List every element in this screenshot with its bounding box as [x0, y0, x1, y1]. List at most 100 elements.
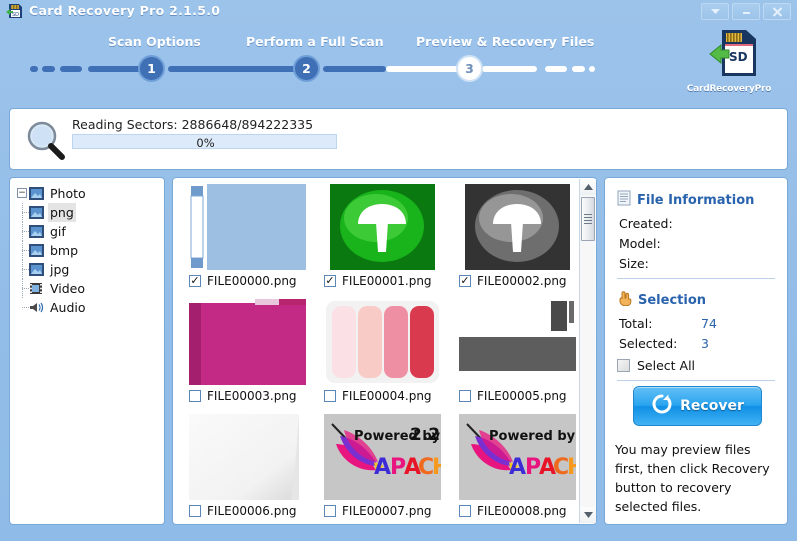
tree-label: Photo: [50, 186, 86, 201]
scroll-up-icon[interactable]: [580, 179, 596, 195]
file-checkbox[interactable]: [189, 390, 201, 402]
svg-text:H: H: [432, 455, 441, 480]
file-checkbox[interactable]: [324, 505, 336, 517]
file-thumbnail[interactable]: [459, 299, 576, 385]
file-item[interactable]: ✓ FILE00001.png: [314, 182, 443, 296]
tree-item-bmp[interactable]: bmp: [16, 241, 88, 260]
svg-text:Powered by: Powered by: [489, 429, 576, 444]
tree-item-photo[interactable]: − Photo: [16, 184, 88, 203]
scan-progress-panel: Reading Sectors: 2886648/894222335 0% Pa…: [9, 108, 788, 264]
file-type-tree-panel: − Photo png gif bmp jpg Video Audio: [9, 177, 165, 525]
recover-button[interactable]: Recover: [633, 386, 762, 426]
file-caption: FILE00004.png: [324, 389, 432, 403]
scrollbar-thumb[interactable]: [581, 197, 595, 241]
file-name: FILE00001.png: [342, 274, 432, 288]
file-item[interactable]: FILE00005.png: [449, 297, 578, 411]
file-thumbnail[interactable]: [324, 299, 441, 385]
file-checkbox[interactable]: [189, 505, 201, 517]
rail-dash-f: [589, 66, 595, 72]
tree-label: bmp: [50, 243, 79, 258]
progress-bar: 0%: [72, 134, 337, 150]
file-checkbox[interactable]: [459, 505, 471, 517]
rail-dash-e: [572, 66, 585, 72]
brand-name: CardRecoveryPro: [686, 84, 772, 94]
file-grid-scrollbar[interactable]: [579, 179, 596, 523]
rail-dash-d: [545, 66, 567, 72]
svg-text:SD: SD: [729, 50, 748, 64]
file-thumbnail[interactable]: [459, 184, 576, 270]
refresh-icon: [651, 393, 673, 419]
file-name: FILE00006.png: [207, 504, 297, 518]
rail-dash-b: [42, 66, 55, 72]
step-label-2: Perform a Full Scan: [246, 34, 384, 49]
selected-label: Selected:: [619, 336, 678, 351]
file-caption: FILE00008.png: [459, 504, 567, 518]
tree-label: Audio: [50, 300, 86, 315]
file-grid: ✓ FILE00000.png ✓ FILE00001.png ✓ FILE00…: [173, 178, 580, 524]
select-all-row[interactable]: Select All: [617, 358, 695, 373]
svg-text:H: H: [567, 455, 576, 480]
file-item[interactable]: ✓ FILE00002.png: [449, 182, 578, 296]
scroll-down-icon[interactable]: [580, 507, 596, 523]
tree-item-png[interactable]: png: [16, 203, 88, 222]
file-name: FILE00002.png: [477, 274, 567, 288]
photo-icon: [29, 244, 44, 257]
file-name: FILE00004.png: [342, 389, 432, 403]
file-thumbnail[interactable]: Powered by 2.2 A P A C H: [324, 414, 441, 500]
file-name: FILE00005.png: [477, 389, 567, 403]
file-checkbox[interactable]: ✓: [324, 275, 336, 287]
file-thumbnail[interactable]: [324, 184, 441, 270]
file-checkbox[interactable]: ✓: [189, 275, 201, 287]
section-title: File Information: [637, 192, 755, 208]
file-caption: ✓ FILE00001.png: [324, 274, 432, 288]
step-node-3[interactable]: 3: [456, 55, 483, 82]
step-label-3: Preview & Recovery Files: [416, 34, 595, 49]
svg-text:2.2: 2.2: [410, 425, 440, 445]
file-caption: ✓ FILE00002.png: [459, 274, 567, 288]
window-title: Card Recovery Pro 2.1.5.0: [29, 3, 221, 18]
file-item[interactable]: FILE00003.png: [179, 297, 308, 411]
select-all-label: Select All: [637, 358, 696, 373]
recover-hint: You may preview files first, then click …: [615, 442, 770, 514]
file-checkbox[interactable]: [459, 390, 471, 402]
model-label: Model:: [619, 236, 661, 251]
file-caption: ✓ FILE00000.png: [189, 274, 297, 288]
rail-segment-4: [482, 66, 537, 72]
close-button[interactable]: [763, 3, 791, 20]
title-bar: SD Card Recovery Pro 2.1.5.0: [0, 0, 797, 22]
tree-item-video[interactable]: Video: [16, 279, 88, 298]
tree-item-jpg[interactable]: jpg: [16, 260, 88, 279]
step-node-2[interactable]: 2: [293, 55, 320, 82]
sd-card-large-icon: SD: [709, 30, 756, 76]
step-node-1[interactable]: 1: [138, 55, 165, 82]
progress-label: Reading Sectors: 2886648/894222335: [72, 117, 314, 132]
file-item[interactable]: ✓ FILE00000.png: [179, 182, 308, 296]
select-all-checkbox[interactable]: [617, 359, 630, 372]
collapse-toggle-icon[interactable]: −: [17, 188, 27, 198]
file-item[interactable]: Powered by 2.2 A P A C H FILE00007.png: [314, 412, 443, 524]
wizard-stepper: Scan Options Perform a Full Scan Preview…: [0, 28, 797, 88]
file-checkbox[interactable]: [324, 390, 336, 402]
svg-text:A: A: [509, 455, 526, 480]
restore-down-button[interactable]: [701, 3, 729, 20]
file-item[interactable]: FILE00006.png: [179, 412, 308, 524]
total-label: Total:: [619, 316, 653, 331]
file-checkbox[interactable]: ✓: [459, 275, 471, 287]
step-label-1: Scan Options: [108, 34, 201, 49]
file-caption: FILE00006.png: [189, 504, 297, 518]
file-item[interactable]: FILE00004.png: [314, 297, 443, 411]
file-item[interactable]: Powered by A P A C H FILE00008.png: [449, 412, 578, 524]
file-thumbnail[interactable]: [189, 184, 306, 270]
file-information-heading: File Information: [617, 190, 754, 210]
app-window: SD Card Recovery Pro 2.1.5.0 Scan Option…: [0, 0, 797, 541]
rail-dash-a: [30, 66, 38, 72]
minimize-button[interactable]: [732, 3, 760, 20]
recover-label: Recover: [680, 398, 744, 414]
file-thumbnail[interactable]: [189, 414, 306, 500]
tree-item-audio[interactable]: Audio: [16, 298, 88, 317]
hand-pointer-icon: [617, 290, 632, 310]
tree-item-gif[interactable]: gif: [16, 222, 88, 241]
window-controls: [701, 3, 791, 20]
file-thumbnail[interactable]: Powered by A P A C H: [459, 414, 576, 500]
file-thumbnail[interactable]: [189, 299, 306, 385]
